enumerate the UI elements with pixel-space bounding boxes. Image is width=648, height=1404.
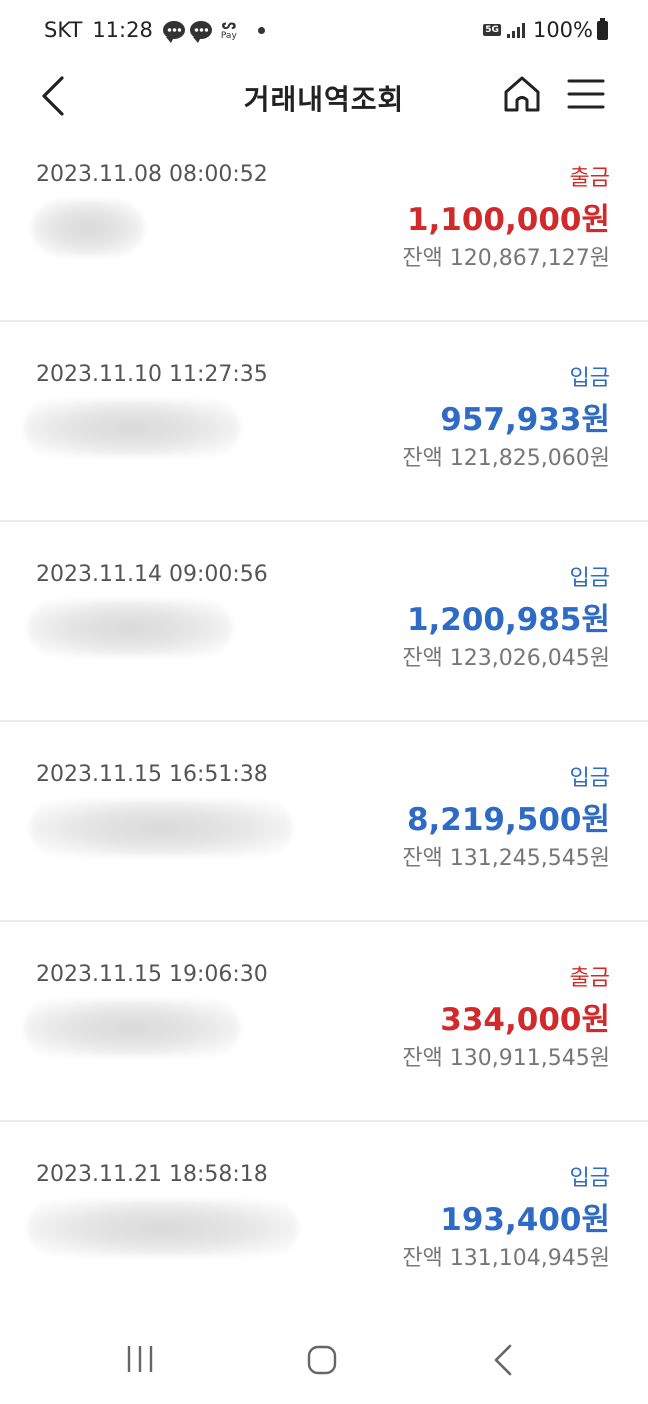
- transaction-datetime: 2023.11.15 16:51:38: [36, 762, 268, 787]
- transaction-amount: 1,200,985원: [406, 602, 610, 638]
- chat-bubble-icon: [162, 21, 185, 43]
- transaction-row[interactable]: 2023.11.10 11:27:35 입금 957,933원 잔액 121,8…: [0, 322, 648, 522]
- message-icon: [189, 21, 212, 43]
- system-home-button[interactable]: [306, 1344, 338, 1376]
- transaction-type: 입금: [569, 366, 610, 391]
- rounded-square-home-icon: [307, 1345, 337, 1375]
- transaction-amount: 8,219,500원: [406, 802, 610, 838]
- transaction-row[interactable]: 2023.11.21 18:58:18 입금 193,400원 잔액 131,1…: [0, 1122, 648, 1322]
- battery-icon: [597, 17, 608, 40]
- transaction-list: 2023.11.08 08:00:52 출금 1,100,000원 잔액 120…: [0, 122, 648, 1322]
- transaction-type: 입금: [569, 766, 610, 791]
- more-notifications-dot-icon: [257, 26, 265, 34]
- transaction-balance: 잔액 121,825,060원: [402, 446, 610, 471]
- network-type-icon: 5G: [483, 24, 501, 36]
- blurred-memo: [32, 200, 144, 256]
- recent-apps-icon: [127, 1346, 153, 1372]
- transaction-datetime: 2023.11.21 18:58:18: [36, 1162, 268, 1187]
- transaction-balance: 잔액 130,911,545원: [402, 1046, 610, 1071]
- transaction-amount: 193,400원: [440, 1202, 610, 1238]
- transaction-balance: 잔액 131,245,545원: [402, 846, 610, 871]
- carrier-label: SKT: [44, 18, 83, 42]
- transaction-balance: 잔액 131,104,945원: [402, 1246, 610, 1271]
- transaction-type: 출금: [569, 966, 610, 991]
- transaction-amount: 1,100,000원: [406, 202, 610, 238]
- status-left: SKT 11:28 ᔕ Pay: [44, 17, 265, 43]
- system-back-button[interactable]: [490, 1342, 518, 1378]
- blurred-memo: [24, 400, 240, 456]
- menu-button[interactable]: [566, 76, 606, 112]
- transaction-row[interactable]: 2023.11.14 09:00:56 입금 1,200,985원 잔액 123…: [0, 522, 648, 722]
- transaction-type: 입금: [569, 566, 610, 591]
- transaction-datetime: 2023.11.15 19:06:30: [36, 962, 268, 987]
- clock: 11:28: [92, 18, 153, 42]
- transaction-amount: 334,000원: [440, 1002, 610, 1038]
- blurred-memo: [24, 1000, 240, 1056]
- transaction-row[interactable]: 2023.11.15 16:51:38 입금 8,219,500원 잔액 131…: [0, 722, 648, 922]
- pay-icon: ᔕ Pay: [220, 17, 237, 41]
- transaction-type: 출금: [569, 166, 610, 191]
- signal-icon: [506, 22, 527, 38]
- status-bar: SKT 11:28 ᔕ Pay 5G 100%: [0, 0, 648, 62]
- transaction-row[interactable]: 2023.11.08 08:00:52 출금 1,100,000원 잔액 120…: [0, 122, 648, 322]
- blurred-memo: [28, 600, 232, 656]
- system-nav-bar: [0, 1318, 648, 1404]
- transaction-balance: 잔액 120,867,127원: [402, 246, 610, 271]
- transaction-row[interactable]: 2023.11.15 19:06:30 출금 334,000원 잔액 130,9…: [0, 922, 648, 1122]
- recent-apps-button[interactable]: [124, 1344, 156, 1374]
- blurred-memo: [30, 800, 292, 856]
- transaction-datetime: 2023.11.14 09:00:56: [36, 562, 268, 587]
- transaction-datetime: 2023.11.08 08:00:52: [36, 162, 268, 187]
- transaction-amount: 957,933원: [440, 402, 610, 438]
- status-right: 5G 100%: [483, 17, 608, 42]
- battery-percent: 100%: [532, 18, 593, 42]
- hamburger-menu-icon: [567, 79, 605, 109]
- home-button[interactable]: [500, 72, 544, 116]
- home-icon: [504, 76, 540, 112]
- notification-icons: ᔕ Pay: [162, 17, 265, 43]
- transaction-balance: 잔액 123,026,045원: [402, 646, 610, 671]
- back-arrow-icon: [494, 1344, 512, 1376]
- transaction-datetime: 2023.11.10 11:27:35: [36, 362, 268, 387]
- page-title: 거래내역조회: [243, 83, 405, 116]
- transaction-type: 입금: [569, 1166, 610, 1191]
- blurred-memo: [28, 1200, 298, 1256]
